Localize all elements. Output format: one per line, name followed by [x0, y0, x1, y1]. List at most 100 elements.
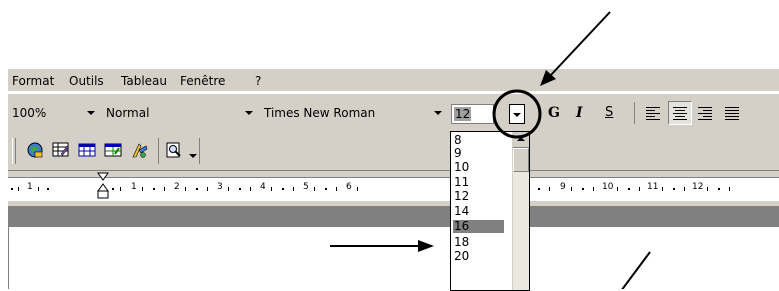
- align-center-button[interactable]: [668, 101, 692, 125]
- ruler-label: 10: [602, 182, 614, 192]
- ruler-dot: [325, 188, 327, 190]
- more-options-dropdown-icon[interactable]: [189, 154, 197, 158]
- menu-outils[interactable]: Outils: [69, 74, 104, 88]
- ruler-tick: [250, 187, 251, 191]
- justify-icon[interactable]: [724, 105, 740, 121]
- font-size-option[interactable]: 12: [453, 190, 504, 203]
- ruler-label: 2: [174, 182, 180, 192]
- standard-toolbar: [8, 132, 779, 171]
- ruler-tick: [164, 187, 165, 191]
- ruler-tick: [593, 187, 594, 191]
- ruler-tick: [617, 187, 618, 191]
- menu-help[interactable]: ?: [255, 74, 261, 88]
- ruler-dot: [673, 188, 675, 190]
- ruler-dot: [718, 188, 720, 190]
- style-combo-value[interactable]: Normal: [106, 106, 149, 120]
- menu-tableau[interactable]: Tableau: [121, 74, 167, 88]
- ruler-tick: [571, 187, 572, 191]
- menu-fenetre[interactable]: Fenêtre: [180, 74, 225, 88]
- font-combo-value[interactable]: Times New Roman: [264, 106, 375, 120]
- ruler-label: 9: [560, 182, 566, 192]
- ruler-tick: [707, 187, 708, 191]
- font-size-option-selected[interactable]: 16: [453, 220, 504, 233]
- ruler-tick: [662, 187, 663, 191]
- font-size-dropdown-button[interactable]: [509, 104, 525, 124]
- toolbar-separator: [634, 102, 635, 124]
- ruler-dot: [582, 188, 584, 190]
- ruler-tick: [142, 187, 143, 191]
- style-dropdown-icon[interactable]: [245, 111, 253, 115]
- ruler-label: 1: [27, 182, 33, 192]
- ruler-dot: [11, 188, 13, 190]
- menu-format[interactable]: Format: [12, 74, 54, 88]
- insert-excel-icon[interactable]: [104, 141, 122, 159]
- ruler-tick: [228, 187, 229, 191]
- document-area[interactable]: [8, 227, 779, 289]
- ruler-dot: [282, 188, 284, 190]
- ruler-label: 4: [260, 182, 266, 192]
- ruler-tick: [639, 187, 640, 191]
- ruler-label: 11: [647, 182, 659, 192]
- insert-table-icon[interactable]: [78, 141, 96, 159]
- ruler-dot: [239, 188, 241, 190]
- font-size-dropdown-icon: [513, 113, 521, 117]
- formatting-toolbar: 100% Normal Times New Roman G I S: [8, 93, 779, 133]
- font-size-option[interactable]: 10: [453, 161, 504, 174]
- ruler-tick: [185, 187, 186, 191]
- font-size-scrollbar[interactable]: [512, 132, 529, 290]
- toolbar-separator: [199, 138, 200, 164]
- font-dropdown-icon[interactable]: [434, 111, 442, 115]
- document-gray-band: [8, 206, 779, 227]
- ruler-label: 5: [303, 182, 309, 192]
- font-size-option[interactable]: 11: [453, 176, 504, 189]
- font-size-combo[interactable]: 12: [451, 104, 494, 124]
- font-size-option[interactable]: 9: [453, 147, 504, 160]
- ruler-tick: [314, 187, 315, 191]
- ruler-tick: [120, 187, 121, 191]
- ruler-dot: [196, 188, 198, 190]
- ruler-dot: [628, 188, 630, 190]
- ruler-tick: [684, 187, 685, 191]
- scroll-thumb[interactable]: [513, 148, 529, 172]
- ruler-tick: [38, 187, 39, 191]
- print-preview-icon[interactable]: [165, 141, 183, 159]
- toolbar-separator: [158, 138, 159, 164]
- italic-button[interactable]: I: [576, 105, 583, 121]
- ruler-dot: [538, 188, 540, 190]
- ruler-dot: [47, 188, 49, 190]
- menu-separator: [8, 91, 779, 92]
- scroll-up-button[interactable]: [513, 132, 529, 148]
- menu-bar: Format Outils Tableau Fenêtre ?: [8, 69, 779, 92]
- ruler-label: 3: [217, 182, 223, 192]
- font-size-option[interactable]: 18: [453, 236, 504, 249]
- font-size-option[interactable]: 14: [453, 205, 504, 218]
- ruler-dot: [112, 188, 114, 190]
- ruler-tick: [357, 187, 358, 191]
- ruler-label: 12: [692, 182, 704, 192]
- ruler-tick: [207, 187, 208, 191]
- scroll-up-arrow-icon: [517, 137, 525, 141]
- ruler: 1 1 2 3 4 5 6 9 10 11 12: [8, 171, 779, 206]
- web-globe-icon[interactable]: [26, 141, 44, 159]
- font-size-option[interactable]: 20: [453, 250, 504, 263]
- underline-button[interactable]: S: [605, 105, 613, 120]
- align-right-icon[interactable]: [697, 105, 713, 121]
- ruler-dot: [153, 188, 155, 190]
- font-size-list[interactable]: 8 9 10 11 12 14 16 18 20: [450, 131, 530, 291]
- zoom-dropdown-icon[interactable]: [87, 111, 95, 115]
- font-size-value: 12: [454, 107, 472, 121]
- toolbar-grip: [12, 138, 16, 164]
- table-edit-icon[interactable]: [52, 141, 70, 159]
- indent-marker-icon[interactable]: [96, 172, 110, 206]
- ruler-tick: [293, 187, 294, 191]
- ruler-tick: [549, 187, 550, 191]
- zoom-combo-value[interactable]: 100%: [12, 106, 46, 120]
- align-center-icon: [673, 107, 687, 120]
- align-left-icon[interactable]: [645, 105, 661, 121]
- ruler-label: 1: [131, 182, 137, 192]
- bold-button[interactable]: G: [548, 105, 560, 121]
- ruler-tick: [729, 187, 730, 191]
- ruler-tick: [336, 187, 337, 191]
- ruler-label: 6: [346, 182, 352, 192]
- drawing-icon[interactable]: [130, 141, 148, 159]
